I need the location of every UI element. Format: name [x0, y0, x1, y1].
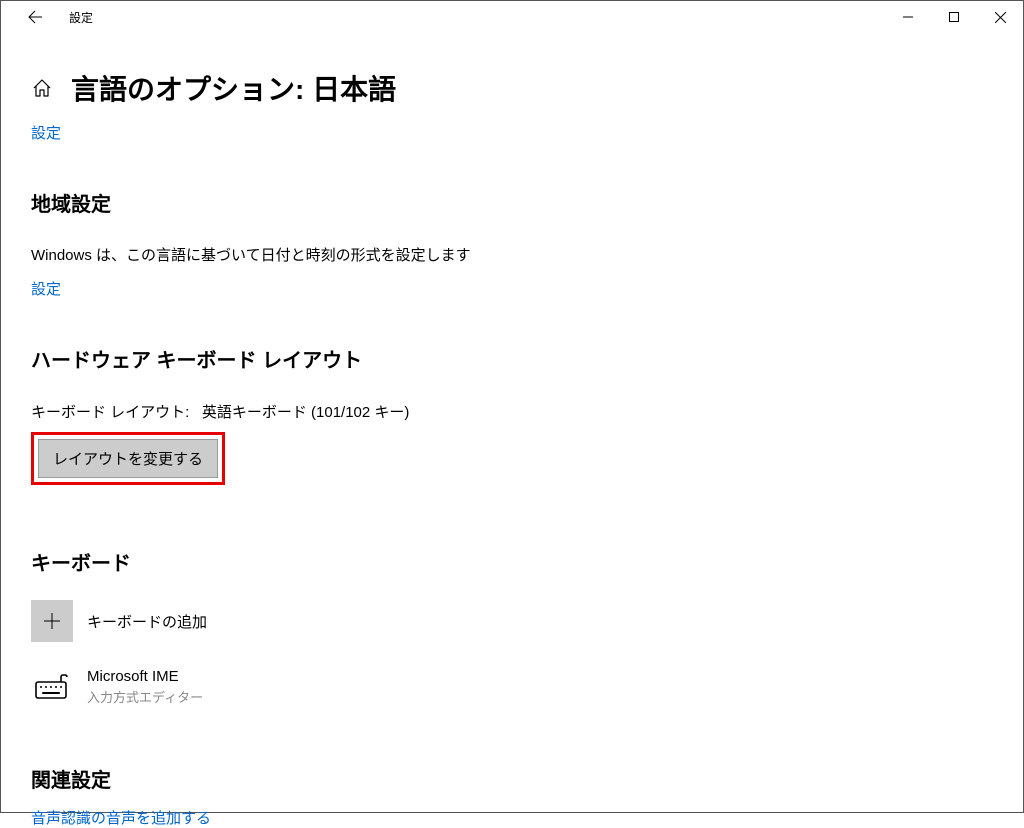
add-keyboard-label: キーボードの追加 [87, 611, 207, 632]
keyboard-layout-info: キーボード レイアウト: 英語キーボード (101/102 キー) [31, 401, 993, 422]
related-section-title: 関連設定 [31, 764, 993, 793]
window-controls [885, 1, 1023, 33]
close-button[interactable] [977, 1, 1023, 33]
plus-icon [42, 611, 62, 631]
home-icon[interactable] [31, 77, 53, 99]
titlebar: 設定 [1, 1, 1023, 33]
ime-text-stack: Microsoft IME 入力方式エディター [87, 668, 203, 706]
add-keyboard-row[interactable]: キーボードの追加 [31, 600, 993, 642]
keyboard-icon [31, 666, 73, 708]
layout-label: キーボード レイアウト: [31, 404, 189, 421]
page-header: 言語のオプション: 日本語 [31, 68, 993, 108]
keyboard-section-title: キーボード [31, 547, 993, 576]
window-title: 設定 [69, 9, 93, 26]
page-title: 言語のオプション: 日本語 [71, 68, 396, 108]
content-area: 言語のオプション: 日本語 設定 地域設定 Windows は、この言語に基づい… [1, 68, 1023, 828]
arrow-left-icon [27, 9, 43, 25]
region-description: Windows は、この言語に基づいて日付と時刻の形式を設定します [31, 245, 993, 266]
ime-name: Microsoft IME [87, 668, 203, 685]
hardware-section-title: ハードウェア キーボード レイアウト [31, 344, 993, 373]
region-section-title: 地域設定 [31, 188, 993, 217]
ime-row[interactable]: Microsoft IME 入力方式エディター [31, 666, 993, 708]
minimize-button[interactable] [885, 1, 931, 33]
ime-subtitle: 入力方式エディター [87, 687, 203, 706]
settings-link[interactable]: 設定 [31, 122, 61, 143]
add-button[interactable] [31, 600, 73, 642]
change-layout-button[interactable]: レイアウトを変更する [38, 439, 218, 478]
back-button[interactable] [17, 1, 53, 33]
highlight-box: レイアウトを変更する [31, 432, 225, 485]
layout-value: 英語キーボード (101/102 キー) [202, 404, 410, 421]
maximize-button[interactable] [931, 1, 977, 33]
close-icon [995, 12, 1006, 23]
speech-link[interactable]: 音声認識の音声を追加する [31, 807, 211, 828]
region-settings-link[interactable]: 設定 [31, 278, 61, 299]
minimize-icon [903, 12, 913, 22]
maximize-icon [949, 12, 959, 22]
